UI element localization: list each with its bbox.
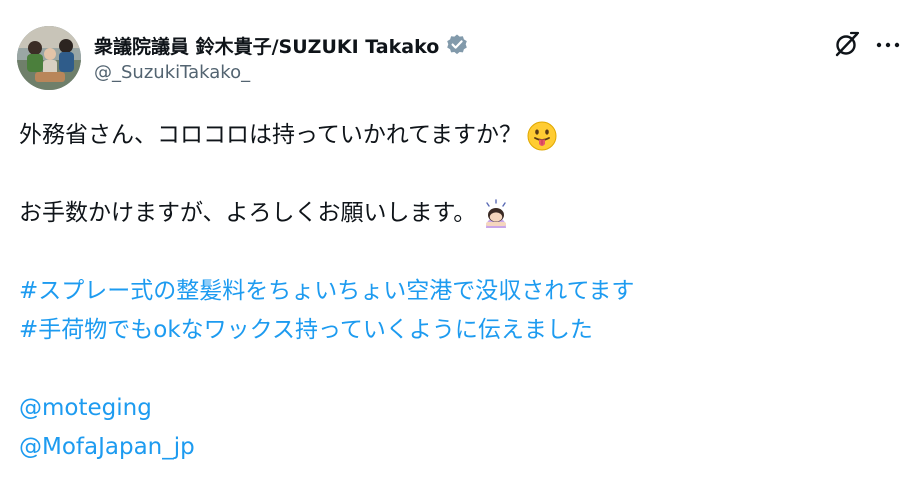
tweet-line: お手数かけますが、よろしくお願いします。 <box>19 194 899 233</box>
person-bowing-icon <box>480 198 512 230</box>
verified-badge-icon[interactable] <box>445 33 469 57</box>
tweet-card: 衆議院議員 鈴木貴子/SUZUKI Takako @_SuzukiTakako_… <box>0 0 922 477</box>
hashtag-link[interactable]: #スプレー式の整髪料をちょいちょい空港で没収されてます <box>19 272 634 311</box>
avatar[interactable] <box>17 26 81 90</box>
grok-icon[interactable] <box>833 30 861 58</box>
face-with-tongue-icon <box>526 120 558 152</box>
hashtag-line: #手荷物でもokなワックス持っていくように伝えました <box>19 311 899 350</box>
hashtag-link[interactable]: #手荷物でもokなワックス持っていくように伝えました <box>19 311 593 350</box>
mention-line: @moteging <box>19 389 899 428</box>
tweet-text: 外務省さん、コロコロは持っていかれてますか？ お手数かけますが、よろしくお願いし… <box>19 116 899 467</box>
tweet-line-text: お手数かけますが、よろしくお願いします。 <box>19 200 477 226</box>
mention-link[interactable]: @moteging <box>19 389 152 428</box>
mention-line: @MofaJapan_jp <box>19 428 899 467</box>
author-name-row[interactable]: 衆議院議員 鈴木貴子/SUZUKI Takako <box>94 31 469 59</box>
author-display-name[interactable]: 衆議院議員 鈴木貴子/SUZUKI Takako <box>94 32 439 59</box>
mention-link[interactable]: @MofaJapan_jp <box>19 428 195 467</box>
tweet-line: 外務省さん、コロコロは持っていかれてますか？ <box>19 116 899 155</box>
author-handle[interactable]: @_SuzukiTakako_ <box>94 62 250 83</box>
more-options-icon[interactable] <box>874 33 902 57</box>
tweet-line-text: 外務省さん、コロコロは持っていかれてますか？ <box>19 122 523 148</box>
hashtag-line: #スプレー式の整髪料をちょいちょい空港で没収されてます <box>19 272 899 311</box>
avatar-photo <box>17 26 81 90</box>
